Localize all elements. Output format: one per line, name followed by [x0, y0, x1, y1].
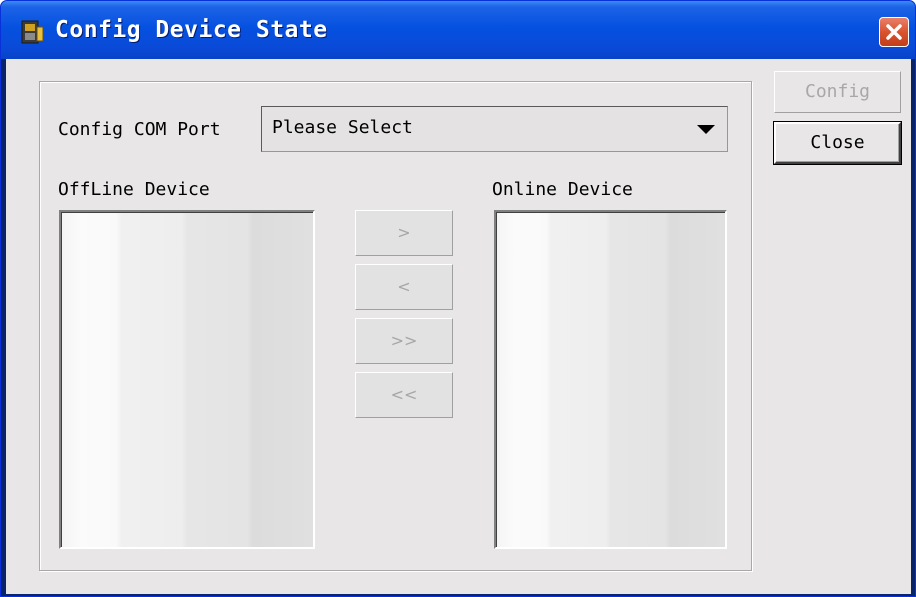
chevron-down-icon[interactable]	[697, 125, 715, 134]
online-device-label: Online Device	[492, 179, 633, 200]
close-icon	[886, 24, 902, 40]
move-right-button[interactable]: >	[355, 210, 453, 256]
dialog-window: Config Device State Config COM Port Plea…	[0, 0, 916, 597]
com-port-select[interactable]: Please Select	[261, 106, 728, 152]
offline-device-label: OffLine Device	[58, 179, 210, 200]
application-icon	[19, 19, 45, 45]
close-window-button[interactable]	[879, 17, 909, 47]
config-button[interactable]: Config	[774, 71, 901, 113]
title-bar[interactable]: Config Device State	[1, 1, 915, 59]
dialog-client-area: Config COM Port Please Select OffLine De…	[6, 59, 911, 594]
window-title: Config Device State	[55, 17, 328, 43]
com-port-selected-value: Please Select	[272, 117, 413, 138]
close-button[interactable]: Close	[774, 122, 901, 164]
move-all-left-button[interactable]: <<	[355, 372, 453, 418]
move-all-right-button[interactable]: >>	[355, 318, 453, 364]
offline-device-list[interactable]	[59, 210, 315, 549]
online-device-list[interactable]	[494, 210, 727, 549]
move-left-button[interactable]: <	[355, 264, 453, 310]
com-port-label: Config COM Port	[58, 119, 221, 140]
